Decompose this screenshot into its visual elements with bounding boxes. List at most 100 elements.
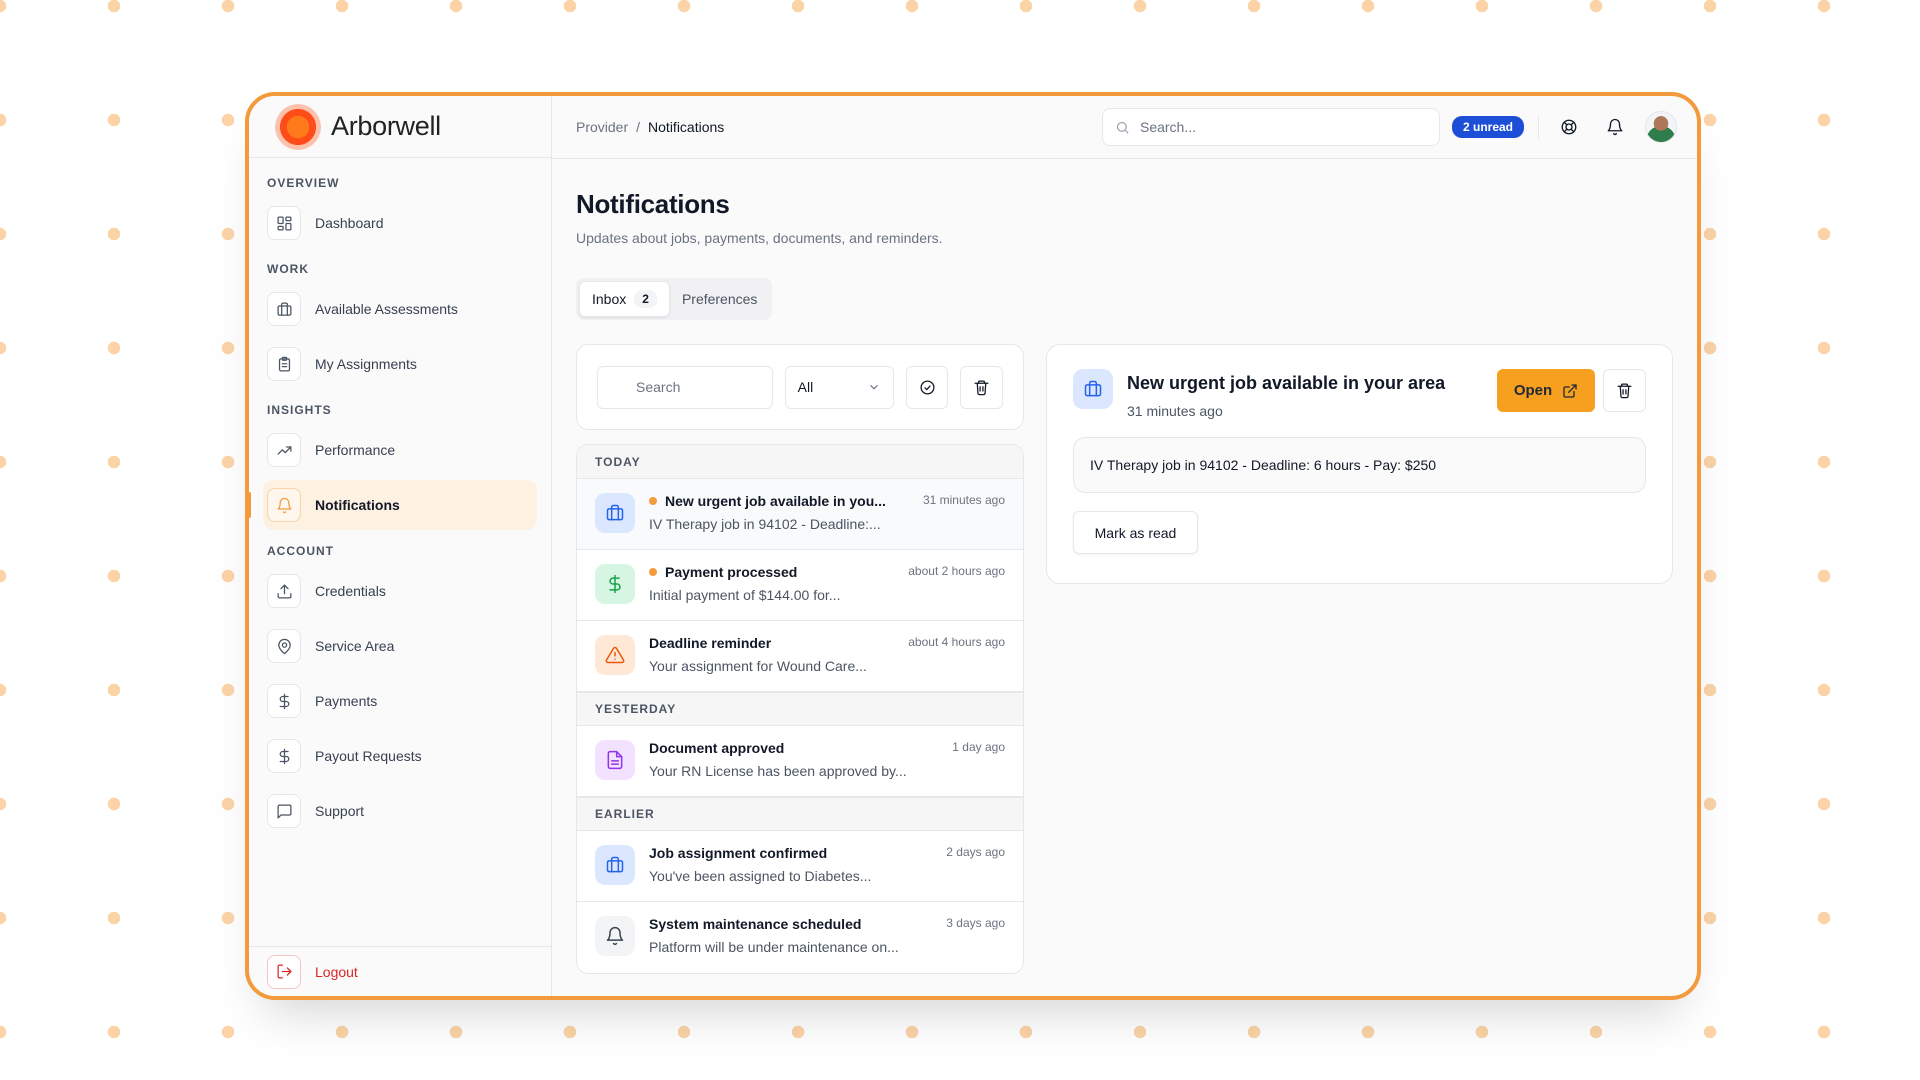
user-avatar[interactable] [1645, 111, 1677, 143]
help-lifebuoy-icon[interactable] [1553, 111, 1585, 143]
message-square-icon [267, 794, 301, 828]
sidebar-item-my-assignments[interactable]: My Assignments [263, 339, 537, 389]
unread-count-badge: 2 unread [1451, 116, 1524, 138]
detail-title: New urgent job available in your area [1127, 373, 1446, 393]
sidebar-item-label: Service Area [315, 638, 395, 654]
topbar: Provider / Notifications Search... 2 unr… [552, 96, 1697, 159]
briefcase-icon [1073, 369, 1113, 409]
notification-time: 1 day ago [952, 740, 1005, 754]
notification-time: about 4 hours ago [908, 635, 1005, 649]
logout-icon [267, 954, 301, 989]
brand-name: Arborwell [331, 111, 441, 141]
notification-search-input[interactable]: Search [597, 365, 773, 409]
search-icon [1116, 121, 1129, 134]
notification-description: Your assignment for Wound Care... [649, 658, 867, 674]
topbar-divider [1538, 115, 1539, 139]
sidebar-item-available-assessments[interactable]: Available Assessments [263, 284, 537, 334]
delete-notification-button[interactable] [1603, 369, 1646, 412]
global-search-input[interactable]: Search... [1101, 108, 1440, 146]
list-item[interactable]: Payment processed Initial payment of $14… [577, 550, 1023, 621]
sidebar-item-service-area[interactable]: Service Area [263, 621, 537, 671]
main-area: Provider / Notifications Search... 2 unr… [552, 96, 1697, 996]
mark-all-read-button[interactable] [905, 365, 949, 409]
delete-all-button[interactable] [960, 365, 1003, 409]
tab-preferences-label: Preferences [681, 291, 758, 307]
type-filter-value: All [797, 379, 814, 395]
trash-icon [1617, 383, 1632, 399]
check-circle-icon [920, 379, 935, 395]
sidebar-item-support[interactable]: Support [263, 786, 537, 836]
list-item[interactable]: Deadline reminder Your assignment for Wo… [577, 621, 1023, 692]
notification-description: You've been assigned to Diabetes... [649, 868, 872, 884]
topbar-actions: Search... 2 unread [1101, 108, 1677, 146]
sidebar-item-payout-requests[interactable]: Payout Requests [263, 731, 537, 781]
mark-as-read-button[interactable]: Mark as read [1073, 511, 1198, 554]
nav-section-work: WORK [267, 262, 309, 276]
inbox-count-badge: 2 [634, 290, 657, 308]
global-search-placeholder: Search... [1139, 119, 1197, 135]
sidebar-item-label: Credentials [315, 583, 386, 599]
notification-title: Job assignment confirmed [649, 845, 828, 861]
list-item[interactable]: Job assignment confirmed You've been ass… [577, 831, 1023, 902]
briefcase-icon [595, 845, 635, 885]
list-item[interactable]: System maintenance scheduled Platform wi… [577, 902, 1023, 973]
sidebar-item-notifications[interactable]: Notifications [249, 480, 537, 530]
notifications-columns: Search All TODAY New urgent job availabl… [576, 344, 1673, 974]
sidebar-item-performance[interactable]: Performance [263, 425, 537, 475]
notification-description: IV Therapy job in 94102 - Deadline:... [649, 516, 881, 532]
tab-inbox-label: Inbox [592, 291, 627, 307]
warning-icon [595, 635, 635, 675]
detail-message: IV Therapy job in 94102 - Deadline: 6 ho… [1073, 437, 1646, 493]
breadcrumb: Provider / Notifications [576, 119, 724, 135]
notification-title: Payment processed [649, 564, 914, 580]
group-header-yesterday: YESTERDAY [577, 692, 1023, 726]
notification-list-column: Search All TODAY New urgent job availabl… [576, 344, 1024, 974]
bell-icon [267, 488, 301, 522]
open-button-label: Open [1513, 382, 1553, 399]
sidebar-item-label: Payments [315, 693, 378, 709]
notification-time: 2 days ago [946, 845, 1005, 859]
dollar-icon [267, 739, 301, 773]
notification-time: 31 minutes ago [922, 493, 1005, 507]
sidebar-item-label: Payout Requests [315, 748, 422, 764]
filter-bar: Search All [576, 344, 1024, 430]
notification-title-text: Payment processed [665, 564, 798, 580]
sidebar-item-payments[interactable]: Payments [263, 676, 537, 726]
chevron-down-icon [869, 384, 878, 390]
tab-inbox[interactable]: Inbox 2 [579, 281, 670, 317]
nav-section-insights: INSIGHTS [267, 403, 332, 417]
detail-time: 31 minutes ago [1127, 403, 1223, 419]
clipboard-icon [267, 347, 301, 381]
nav-section-account: ACCOUNT [267, 544, 334, 558]
type-filter-select[interactable]: All [784, 365, 894, 409]
external-link-icon [1563, 383, 1577, 398]
logout-button[interactable]: Logout [249, 946, 551, 996]
list-item[interactable]: Document approved Your RN License has be… [577, 726, 1023, 797]
trash-icon [974, 379, 989, 395]
group-header-earlier: EARLIER [577, 797, 1023, 831]
notification-description: Platform will be under maintenance on... [649, 939, 899, 955]
detail-header: New urgent job available in your area 31… [1073, 369, 1646, 419]
brand[interactable]: Arborwell [249, 96, 551, 158]
sidebar-item-credentials[interactable]: Credentials [263, 566, 537, 616]
breadcrumb-separator: / [636, 119, 641, 135]
list-item[interactable]: New urgent job available in you... IV Th… [577, 479, 1023, 550]
dollar-icon [595, 564, 635, 604]
tab-preferences[interactable]: Preferences [670, 281, 769, 317]
notification-title: New urgent job available in you... [649, 493, 914, 509]
notification-description: Initial payment of $144.00 for... [649, 587, 841, 603]
brand-logo-icon [275, 103, 321, 150]
bell-icon[interactable] [1599, 111, 1631, 143]
app-window: Arborwell OVERVIEW Dashboard WORK Availa… [245, 92, 1701, 1000]
open-button[interactable]: Open [1497, 369, 1595, 412]
sidebar-nav: OVERVIEW Dashboard WORK Available Assess… [249, 158, 551, 996]
sidebar-item-label: Performance [315, 442, 396, 458]
unread-dot [649, 568, 657, 576]
breadcrumb-provider[interactable]: Provider [576, 119, 628, 135]
sidebar-item-dashboard[interactable]: Dashboard [263, 198, 537, 248]
page-title: Notifications [576, 189, 730, 219]
notification-list: TODAY New urgent job available in you...… [576, 444, 1024, 974]
notification-title: Document approved [649, 740, 785, 756]
upload-icon [267, 574, 301, 608]
group-header-today: TODAY [577, 445, 1023, 479]
